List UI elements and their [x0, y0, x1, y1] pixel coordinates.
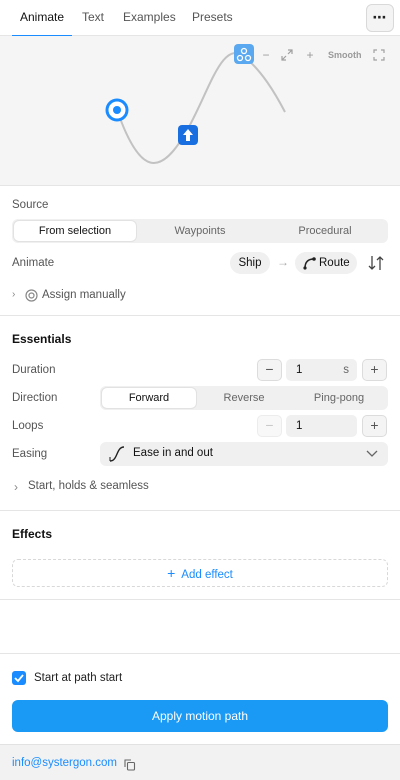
source-option-from-selection[interactable]: From selection [14, 221, 136, 241]
easing-label: Easing [12, 448, 48, 460]
motion-path-curve [116, 52, 286, 164]
effects-title: Effects [12, 527, 53, 541]
divider [0, 653, 400, 654]
tab-animate[interactable]: Animate [11, 0, 73, 37]
swap-icon[interactable] [366, 252, 386, 274]
tab-examples[interactable]: Examples [123, 0, 176, 36]
start-at-path-start-label[interactable]: Start at path start [34, 672, 122, 684]
route-icon [303, 257, 316, 270]
chevron-right-icon[interactable]: › [12, 289, 15, 300]
apply-motion-path-button[interactable]: Apply motion path [12, 700, 388, 732]
smooth-toggle[interactable]: Smooth [328, 46, 362, 64]
footer: info@systergon.com [0, 744, 400, 780]
copy-icon[interactable] [124, 759, 136, 771]
start-holds-seamless-toggle[interactable]: Start, holds & seamless [28, 480, 149, 492]
animate-target-ship[interactable]: Ship [230, 252, 270, 274]
path-tool-icon[interactable] [234, 44, 254, 64]
divider [0, 315, 400, 316]
direction-segmented-control: Forward Reverse Ping-pong [100, 386, 388, 410]
target-icon [25, 289, 38, 302]
direction-option-reverse[interactable]: Reverse [197, 388, 291, 408]
loops-increment-button[interactable]: + [362, 415, 387, 437]
animate-target-route[interactable]: Route [295, 252, 357, 274]
direction-label: Direction [12, 392, 58, 404]
ease-curve-icon [109, 446, 125, 462]
fullscreen-icon[interactable] [373, 46, 387, 64]
add-effect-button[interactable]: + Add effect [12, 559, 388, 587]
arrow-right-icon: → [277, 255, 289, 269]
direction-option-ping-pong[interactable]: Ping-pong [292, 388, 386, 408]
duration-increment-button[interactable]: + [362, 359, 387, 381]
loops-decrement-button[interactable]: − [257, 415, 282, 437]
expand-icon[interactable] [281, 46, 295, 64]
ship-marker-icon [178, 125, 198, 145]
chevron-down-icon [366, 450, 378, 457]
tab-presets[interactable]: Presets [192, 0, 233, 36]
loops-label: Loops [12, 420, 44, 432]
easing-select[interactable]: Ease in and out [100, 442, 388, 466]
start-at-path-start-checkbox[interactable] [12, 671, 26, 685]
tab-text[interactable]: Text [82, 0, 104, 36]
path-start-icon [105, 98, 129, 122]
direction-option-forward[interactable]: Forward [102, 388, 196, 408]
divider [0, 510, 400, 511]
source-option-procedural[interactable]: Procedural [264, 221, 386, 241]
divider [0, 599, 400, 600]
plus-icon: + [167, 565, 176, 581]
contact-email-link[interactable]: info@systergon.com [12, 757, 117, 769]
chevron-right-icon[interactable]: › [14, 480, 18, 494]
source-segmented-control: From selection Waypoints Procedural [12, 219, 388, 243]
more-options-button[interactable]: ⋯ [366, 4, 394, 32]
essentials-title: Essentials [12, 332, 72, 346]
source-option-waypoints[interactable]: Waypoints [139, 221, 261, 241]
duration-input[interactable]: 1 s [286, 359, 357, 381]
duration-label: Duration [12, 364, 56, 376]
tab-bar: Animate Text Examples Presets ⋯ [0, 0, 400, 37]
duration-decrement-button[interactable]: − [257, 359, 282, 381]
zoom-out-icon[interactable]: − [260, 46, 272, 64]
zoom-in-icon[interactable]: + [304, 46, 316, 64]
animate-label: Animate [12, 257, 55, 269]
assign-manually-toggle[interactable]: Assign manually [42, 289, 126, 301]
source-label: Source [12, 199, 49, 211]
path-preview-canvas[interactable]: − + Smooth [0, 36, 400, 186]
loops-input[interactable]: 1 [286, 415, 357, 437]
